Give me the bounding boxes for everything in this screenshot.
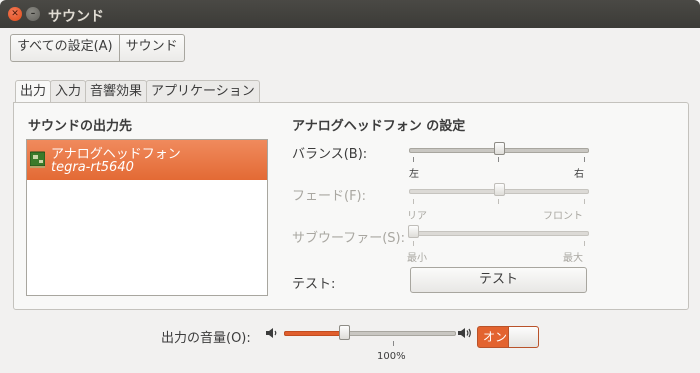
test-button[interactable]: テスト bbox=[410, 267, 587, 293]
tab-input[interactable]: 入力 bbox=[50, 80, 87, 103]
subwoofer-tick-max bbox=[584, 241, 585, 246]
output-volume-label: 出力の音量(O): bbox=[161, 331, 251, 346]
output-heading: サウンドの出力先 bbox=[28, 119, 133, 134]
fade-label: フェード(F): bbox=[292, 189, 367, 204]
tab-applications[interactable]: アプリケーション bbox=[146, 80, 260, 103]
balance-slider-handle[interactable] bbox=[493, 142, 505, 155]
test-label: テスト: bbox=[292, 277, 336, 292]
volume-100-label: 100% bbox=[377, 351, 406, 362]
breadcrumb-all-settings[interactable]: すべての設定(A) bbox=[11, 35, 119, 61]
device-list[interactable]: アナログヘッドフォン tegra-rt5640 bbox=[26, 139, 268, 296]
fade-front-label: フロント bbox=[543, 211, 583, 222]
fade-slider-handle[interactable] bbox=[493, 183, 505, 196]
subwoofer-slider-handle[interactable] bbox=[408, 225, 419, 238]
volume-100-tick bbox=[393, 341, 394, 346]
fade-tick-right bbox=[584, 199, 585, 204]
title-bar: ✕ – サウンド bbox=[0, 0, 700, 28]
balance-tick-left bbox=[413, 157, 414, 162]
speaker-high-icon bbox=[458, 328, 471, 338]
device-detail: tegra-rt5640 bbox=[51, 160, 134, 175]
window-title: サウンド bbox=[48, 9, 104, 25]
breadcrumb-sound[interactable]: サウンド bbox=[118, 35, 184, 61]
output-volume-fill bbox=[284, 331, 345, 336]
output-panel: サウンドの出力先 アナログヘッドフォン tegra-rt5640 アナログヘッド… bbox=[13, 102, 689, 310]
tab-output[interactable]: 出力 bbox=[15, 80, 52, 104]
minimize-icon[interactable]: – bbox=[26, 7, 40, 21]
subwoofer-label: サブウーファー(S): bbox=[292, 231, 405, 246]
balance-label: バランス(B): bbox=[292, 147, 368, 162]
balance-left-label: 左 bbox=[409, 169, 419, 180]
subwoofer-min-label: 最小 bbox=[407, 253, 427, 264]
speaker-low-icon bbox=[266, 328, 277, 338]
fade-tick-left bbox=[413, 199, 414, 204]
close-icon[interactable]: ✕ bbox=[8, 7, 22, 21]
balance-right-label: 右 bbox=[574, 169, 584, 180]
subwoofer-max-label: 最大 bbox=[563, 253, 583, 264]
tab-bar: 出力 入力 音響効果 アプリケーション bbox=[15, 80, 260, 104]
subwoofer-slider[interactable] bbox=[409, 231, 589, 236]
mute-toggle-knob[interactable] bbox=[508, 327, 538, 347]
settings-heading: アナログヘッドフォン の設定 bbox=[292, 119, 466, 134]
breadcrumb: すべての設定(A) サウンド bbox=[10, 34, 185, 62]
mute-toggle[interactable]: オン bbox=[477, 326, 539, 348]
fade-rear-label: リア bbox=[407, 211, 427, 222]
mute-toggle-label: オン bbox=[483, 330, 508, 344]
subwoofer-tick-min bbox=[413, 241, 414, 246]
fade-tick-center bbox=[498, 199, 499, 204]
balance-tick-right bbox=[584, 157, 585, 162]
tab-sound-effects[interactable]: 音響効果 bbox=[85, 80, 148, 103]
device-item-analog-headphones[interactable]: アナログヘッドフォン tegra-rt5640 bbox=[27, 140, 267, 180]
output-volume-handle[interactable] bbox=[338, 325, 350, 340]
sound-card-icon bbox=[30, 151, 45, 168]
balance-tick-center bbox=[498, 157, 499, 162]
